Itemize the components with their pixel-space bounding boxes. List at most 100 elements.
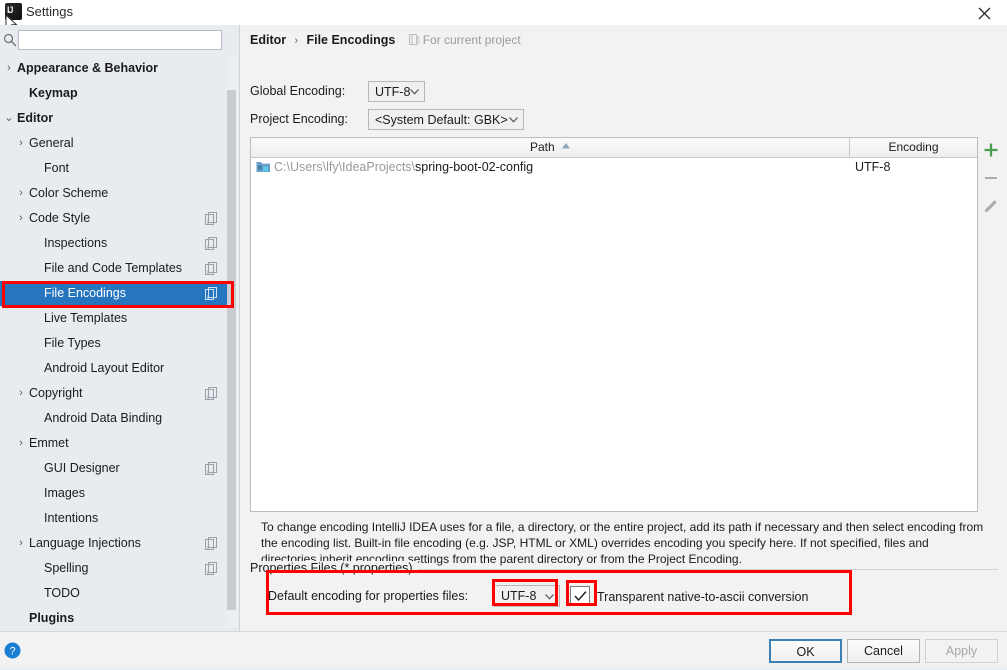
edit-path-button[interactable] bbox=[978, 193, 1004, 219]
table-row-path-name: spring-boot-02-config bbox=[415, 160, 534, 174]
sidebar-scrollbar-thumb[interactable] bbox=[227, 90, 236, 610]
chevron-right-icon[interactable]: › bbox=[15, 206, 27, 231]
window-titlebar: Settings bbox=[0, 0, 1007, 26]
project-encoding-combo[interactable]: <System Default: GBK> bbox=[368, 109, 524, 130]
global-encoding-combo[interactable]: UTF-8 bbox=[368, 81, 425, 102]
sidebar-item-android-data-binding[interactable]: Android Data Binding bbox=[0, 406, 231, 431]
properties-files-group: Properties Files (*.properties) Default … bbox=[250, 561, 998, 617]
close-icon[interactable] bbox=[971, 2, 999, 24]
sidebar-item-copyright[interactable]: › Copyright bbox=[0, 381, 231, 406]
properties-default-encoding-combo[interactable]: UTF-8 bbox=[494, 585, 560, 607]
sidebar-item-android-layout-editor[interactable]: Android Layout Editor bbox=[0, 356, 231, 381]
sidebar-item-label: Copyright bbox=[29, 386, 83, 400]
sidebar-item-emmet[interactable]: › Emmet bbox=[0, 431, 231, 456]
sidebar-item-spelling[interactable]: Spelling bbox=[0, 556, 231, 581]
breadcrumb-hint-label: For current project bbox=[422, 33, 521, 47]
minus-icon bbox=[985, 177, 997, 179]
sidebar-item-label: File Types bbox=[44, 336, 101, 350]
sidebar-item-inspections[interactable]: Inspections bbox=[0, 231, 231, 256]
sidebar-item-label: Language Injections bbox=[29, 536, 141, 550]
search-input[interactable] bbox=[18, 30, 222, 50]
sidebar-item-label: Font bbox=[44, 161, 70, 175]
sidebar-item-label: GUI Designer bbox=[44, 461, 120, 475]
sidebar-item-label: TODO bbox=[44, 586, 80, 600]
checkmark-icon bbox=[574, 591, 587, 602]
sidebar-item-label: Intentions bbox=[44, 511, 99, 525]
sidebar-item-file-types[interactable]: File Types bbox=[0, 331, 231, 356]
intellij-idea-icon bbox=[5, 3, 22, 20]
table-row-encoding[interactable]: UTF-8 bbox=[855, 160, 890, 174]
sidebar-item-label: Appearance & Behavior bbox=[17, 61, 159, 75]
sidebar-item-general[interactable]: › General bbox=[0, 131, 231, 156]
breadcrumb-parent[interactable]: Editor bbox=[250, 33, 286, 47]
table-row-path-prefix: C:\Users\lfy\IdeaProjects\ bbox=[274, 160, 416, 174]
sidebar-item-live-templates[interactable]: Live Templates bbox=[0, 306, 231, 331]
sidebar-scrollbar[interactable] bbox=[227, 56, 238, 628]
column-header-path[interactable]: Path bbox=[251, 138, 850, 157]
encodings-table: Path Encoding C:\Users\lfy\IdeaProjects\… bbox=[250, 137, 978, 512]
sidebar-item-label: Color Scheme bbox=[29, 186, 109, 200]
remove-path-button[interactable] bbox=[978, 165, 1004, 191]
sidebar-item-file-encodings[interactable]: File Encodings bbox=[0, 281, 231, 306]
search-icon bbox=[3, 33, 17, 47]
project-scope-icon bbox=[205, 387, 217, 400]
sidebar-item-editor[interactable]: ⌄ Editor bbox=[0, 106, 231, 131]
breadcrumb-hint: For current project bbox=[408, 33, 521, 47]
cancel-button[interactable]: Cancel bbox=[847, 639, 920, 663]
sidebar-item-font[interactable]: Font bbox=[0, 156, 231, 181]
chevron-down-icon bbox=[410, 89, 419, 95]
sidebar-item-color-scheme[interactable]: › Color Scheme bbox=[0, 181, 231, 206]
sidebar-item-label: General bbox=[29, 136, 74, 150]
window-title: Settings bbox=[26, 4, 73, 19]
chevron-right-icon[interactable]: › bbox=[15, 431, 27, 456]
close-icon-glyph bbox=[978, 7, 991, 20]
project-scope-icon bbox=[205, 212, 217, 225]
sidebar-item-plugins[interactable]: Plugins bbox=[0, 606, 231, 628]
transparent-native-to-ascii-checkbox[interactable] bbox=[570, 586, 590, 606]
sidebar-item-label: Keymap bbox=[29, 86, 78, 100]
chevron-down-icon bbox=[545, 594, 554, 600]
project-scope-icon bbox=[205, 562, 217, 575]
table-header-row: Path Encoding bbox=[251, 138, 977, 158]
project-scope-icon bbox=[205, 262, 217, 275]
sidebar-item-label: Images bbox=[44, 486, 85, 500]
sort-ascending-icon bbox=[562, 143, 571, 149]
chevron-right-icon[interactable]: › bbox=[15, 131, 27, 156]
settings-sidebar: › Appearance & Behavior Keymap ⌄ Editor › Gene… bbox=[0, 25, 240, 631]
sidebar-item-file-and-code-templates[interactable]: File and Code Templates bbox=[0, 256, 231, 281]
sidebar-item-label: Plugins bbox=[29, 611, 75, 625]
transparent-native-to-ascii-label[interactable]: Transparent native-to-ascii conversion bbox=[597, 590, 808, 604]
table-row[interactable]: C:\Users\lfy\IdeaProjects\spring-boot-02… bbox=[251, 157, 977, 178]
sidebar-item-code-style[interactable]: › Code Style bbox=[0, 206, 231, 231]
chevron-down-icon bbox=[509, 117, 518, 123]
ok-button[interactable]: OK bbox=[769, 639, 842, 663]
search-row bbox=[0, 27, 239, 55]
settings-main-panel: Editor › File Encodings For current proj… bbox=[240, 25, 1007, 631]
sidebar-item-todo[interactable]: TODO bbox=[0, 581, 231, 606]
sidebar-item-appearance-behavior[interactable]: › Appearance & Behavior bbox=[0, 56, 231, 81]
settings-tree: › Appearance & Behavior Keymap ⌄ Editor › Gene… bbox=[0, 56, 231, 628]
properties-default-encoding-value: UTF-8 bbox=[501, 589, 537, 603]
chevron-right-icon[interactable]: › bbox=[15, 531, 27, 556]
chevron-right-icon[interactable]: › bbox=[15, 181, 27, 206]
help-icon[interactable]: ? bbox=[4, 642, 21, 659]
project-scope-icon bbox=[205, 287, 217, 300]
chevron-down-icon[interactable]: ⌄ bbox=[3, 106, 15, 131]
sidebar-item-keymap[interactable]: Keymap bbox=[0, 81, 231, 106]
sidebar-item-intentions[interactable]: Intentions bbox=[0, 506, 231, 531]
table-toolbar bbox=[978, 137, 1006, 512]
encodings-description: To change encoding IntelliJ IDEA uses fo… bbox=[261, 520, 984, 566]
project-scope-icon bbox=[205, 537, 217, 550]
sidebar-item-language-injections[interactable]: › Language Injections bbox=[0, 531, 231, 556]
add-path-button[interactable] bbox=[978, 137, 1004, 163]
plus-icon bbox=[984, 143, 998, 157]
sidebar-item-label: File Encodings bbox=[44, 286, 126, 300]
breadcrumb-current: File Encodings bbox=[306, 33, 396, 47]
chevron-right-icon[interactable]: › bbox=[15, 381, 27, 406]
apply-button[interactable]: Apply bbox=[925, 639, 998, 663]
chevron-right-icon[interactable]: › bbox=[3, 56, 15, 81]
global-encoding-label: Global Encoding: bbox=[250, 84, 346, 98]
sidebar-item-images[interactable]: Images bbox=[0, 481, 231, 506]
column-header-encoding[interactable]: Encoding bbox=[850, 138, 977, 157]
sidebar-item-gui-designer[interactable]: GUI Designer bbox=[0, 456, 231, 481]
